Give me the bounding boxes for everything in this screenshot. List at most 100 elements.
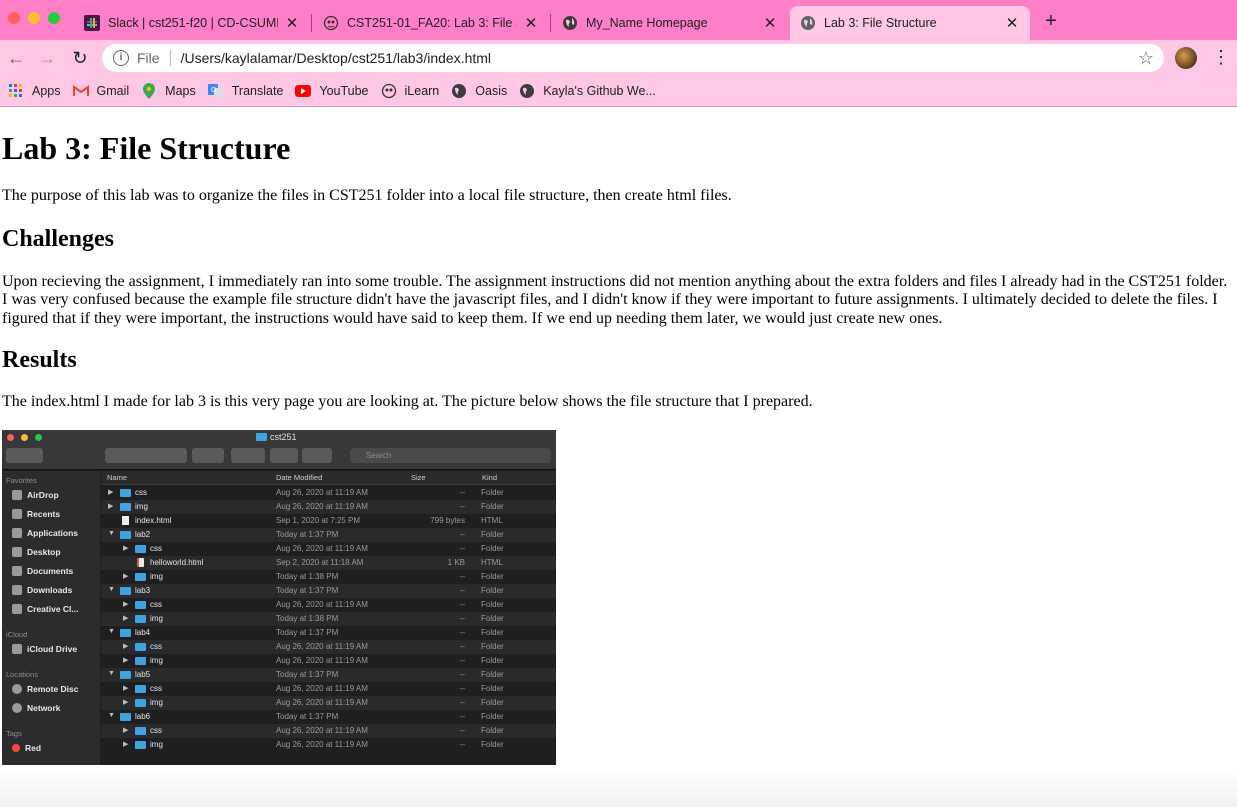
sidebar-item-network: Network — [12, 703, 61, 713]
zoom-window-button[interactable] — [48, 12, 60, 24]
file-row: ▶ css Aug 26, 2020 at 11:19 AM -- Folder — [101, 542, 556, 556]
file-size: -- — [459, 740, 465, 749]
folder-icon — [120, 587, 131, 595]
tab-close-icon[interactable]: ✕ — [762, 14, 778, 32]
disclosure-closed-icon: ▶ — [123, 685, 129, 692]
folder-icon — [135, 643, 146, 651]
folder-icon — [135, 685, 146, 693]
file-date: Today at 1:38 PM — [276, 572, 339, 581]
file-row: ▶ img Aug 26, 2020 at 11:19 AM -- Folder — [101, 738, 556, 752]
menu-kebab-icon[interactable]: ⋮ — [1212, 48, 1230, 66]
file-date: Aug 26, 2020 at 11:19 AM — [276, 488, 368, 497]
bookmark-oasis[interactable]: Oasis — [451, 83, 507, 99]
globe-icon — [451, 83, 467, 99]
disclosure-open-icon: ▼ — [108, 712, 115, 719]
page-title: Lab 3: File Structure — [2, 130, 291, 166]
bookmark-github[interactable]: Kayla's Github We... — [519, 83, 656, 99]
file-row: index.html Sep 1, 2020 at 7:25 PM 799 byte… — [101, 514, 556, 528]
url-divider — [169, 50, 171, 66]
file-date: Aug 26, 2020 at 11:19 AM — [276, 726, 368, 735]
sidebar-item-icloud-drive: iCloud Drive — [12, 644, 77, 654]
file-name: lab4 — [135, 628, 151, 637]
file-row: ▶ img Aug 26, 2020 at 11:19 AM -- Folder — [101, 654, 556, 668]
file-row: helloworld.html Sep 2, 2020 at 11:18 AM 1 … — [101, 556, 556, 570]
sidebar-item-label: iCloud Drive — [27, 644, 78, 654]
folder-icon — [135, 727, 146, 735]
youtube-icon — [295, 83, 312, 99]
file-date: Aug 26, 2020 at 11:19 AM — [276, 684, 368, 693]
file-kind: Folder — [481, 544, 504, 553]
profile-avatar[interactable] — [1175, 47, 1197, 69]
bookmark-apps[interactable]: Apps — [8, 83, 61, 99]
desktop-icon — [12, 547, 22, 557]
tab-homepage[interactable]: My_Name Homepage ✕ — [552, 6, 788, 40]
tab-title: CST251-01_FA20: Lab 3: File Structure — [347, 16, 517, 30]
folder-icon — [12, 604, 22, 614]
file-size: -- — [459, 628, 465, 637]
svg-text:G: G — [211, 87, 216, 94]
tab-lab3-active[interactable]: Lab 3: File Structure ✕ — [790, 6, 1030, 40]
bookmark-maps[interactable]: Maps — [141, 83, 196, 99]
bookmark-gmail[interactable]: Gmail — [72, 83, 129, 99]
file-size: -- — [459, 586, 465, 595]
challenges-heading: Challenges — [2, 225, 115, 252]
sidebar-section-locations: Locations — [6, 670, 39, 679]
file-row: ▶ img Aug 26, 2020 at 11:19 AM -- Folder — [101, 500, 556, 514]
tab-close-icon[interactable]: ✕ — [523, 14, 539, 32]
back-arrow-icon[interactable]: ← — [5, 47, 27, 69]
bookmark-star-icon[interactable]: ☆ — [1138, 48, 1154, 69]
file-row: ▶ css Aug 26, 2020 at 11:19 AM -- Folder — [101, 486, 556, 500]
tab-close-icon[interactable]: ✕ — [284, 14, 300, 32]
tab-title: My_Name Homepage — [586, 16, 708, 30]
bookmark-label: YouTube — [319, 84, 369, 98]
bookmark-translate[interactable]: G Translate — [207, 83, 284, 99]
tab-strip: Slack | cst251-f20 | CD-CSUMB ✕ CST251-0… — [0, 0, 1237, 40]
file-size: 1 KB — [447, 558, 465, 567]
file-date: Sep 2, 2020 at 11:18 AM — [276, 558, 364, 567]
bookmark-label: Translate — [231, 84, 284, 98]
disclosure-open-icon: ▼ — [108, 628, 115, 635]
bookmark-youtube[interactable]: YouTube — [295, 83, 369, 99]
finder-zoom-dot — [35, 434, 42, 441]
bookmark-label: iLearn — [404, 84, 440, 98]
file-size: -- — [459, 698, 465, 707]
finder-title-text: cst251 — [270, 432, 297, 442]
tab-slack[interactable]: Slack | cst251-f20 | CD-CSUMB ✕ — [74, 6, 310, 40]
sidebar-item-airdrop: AirDrop — [12, 490, 59, 500]
url-text[interactable]: /Users/kaylalamar/Desktop/cst251/lab3/in… — [181, 50, 491, 66]
file-name: css — [150, 726, 162, 735]
sidebar-item-desktop: Desktop — [12, 547, 61, 557]
close-window-button[interactable] — [8, 12, 20, 24]
file-date: Aug 26, 2020 at 11:19 AM — [276, 600, 368, 609]
tab-title: Slack | cst251-f20 | CD-CSUMB — [108, 16, 278, 30]
info-icon[interactable]: i — [113, 50, 129, 66]
forward-arrow-icon[interactable]: → — [36, 47, 58, 69]
new-tab-button[interactable]: + — [1040, 10, 1062, 33]
file-row: ▶ img Today at 1:38 PM -- Folder — [101, 570, 556, 584]
tab-close-icon[interactable]: ✕ — [1004, 14, 1020, 32]
folder-icon — [135, 615, 146, 623]
file-kind: Folder — [481, 530, 504, 539]
sidebar-item-recents: Recents — [12, 509, 60, 519]
sidebar-item-applications: Applications — [12, 528, 78, 538]
folder-icon — [120, 489, 131, 497]
folder-icon — [120, 629, 131, 637]
file-kind: Folder — [481, 698, 504, 707]
file-icon — [122, 516, 129, 525]
reload-icon[interactable]: ↻ — [69, 47, 91, 69]
sidebar-item-downloads: Downloads — [12, 585, 72, 595]
tab-ilearn[interactable]: CST251-01_FA20: Lab 3: File Structure ✕ — [313, 6, 549, 40]
challenges-paragraph: Upon recieving the assignment, I immedia… — [2, 272, 1228, 327]
file-name: img — [150, 740, 163, 749]
address-bar[interactable]: i File /Users/kaylalamar/Desktop/cst251/… — [102, 44, 1164, 72]
disclosure-closed-icon: ▶ — [123, 601, 129, 608]
file-date: Today at 1:37 PM — [276, 530, 339, 539]
file-date: Aug 26, 2020 at 11:19 AM — [276, 740, 368, 749]
bookmark-ilearn[interactable]: iLearn — [381, 83, 440, 99]
disclosure-closed-icon: ▶ — [108, 503, 114, 510]
file-date: Today at 1:37 PM — [276, 586, 339, 595]
minimize-window-button[interactable] — [28, 12, 40, 24]
file-size: -- — [459, 712, 465, 721]
file-kind: Folder — [481, 600, 504, 609]
file-size: -- — [459, 684, 465, 693]
